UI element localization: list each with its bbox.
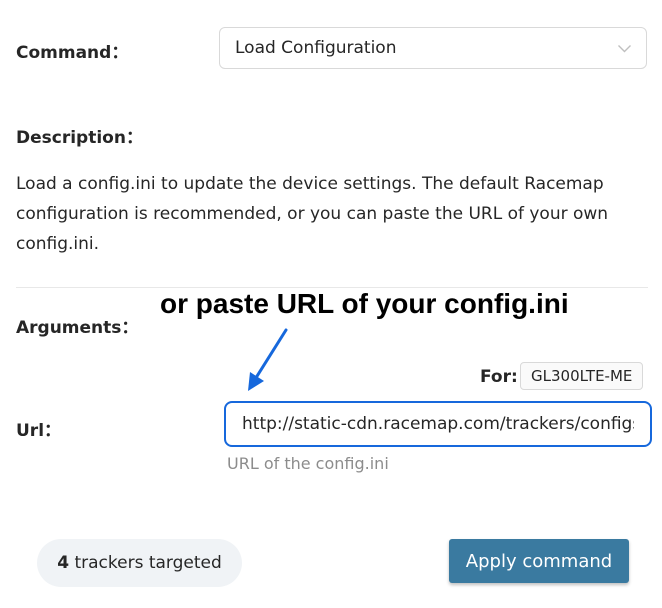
device-tag: GL300LTE-ME bbox=[520, 362, 644, 390]
arguments-label: Arguments： bbox=[16, 318, 139, 338]
description-label: Description： bbox=[16, 128, 143, 148]
trackers-targeted-badge: 4 trackers targeted bbox=[37, 539, 242, 587]
description-text: Load a config.ini to update the device s… bbox=[16, 174, 609, 254]
tracker-count: 4 bbox=[57, 553, 70, 573]
command-label: Command： bbox=[16, 43, 129, 63]
url-help-text: URL of the config.ini bbox=[227, 454, 389, 473]
apply-command-button[interactable]: Apply command bbox=[449, 539, 629, 583]
command-select-value: Load Configuration bbox=[235, 38, 397, 58]
command-select[interactable]: Load Configuration bbox=[219, 27, 647, 69]
tracker-suffix: trackers targeted bbox=[69, 553, 222, 573]
arrow-down-left-icon bbox=[248, 328, 288, 391]
command-form: Command： Load Configuration Description：… bbox=[0, 0, 662, 608]
for-label: For: bbox=[480, 367, 518, 387]
url-label: Url： bbox=[16, 421, 62, 441]
annotation-text: or paste URL of your config.ini bbox=[160, 288, 569, 319]
chevron-down-icon bbox=[618, 45, 631, 53]
url-input[interactable] bbox=[224, 401, 652, 447]
